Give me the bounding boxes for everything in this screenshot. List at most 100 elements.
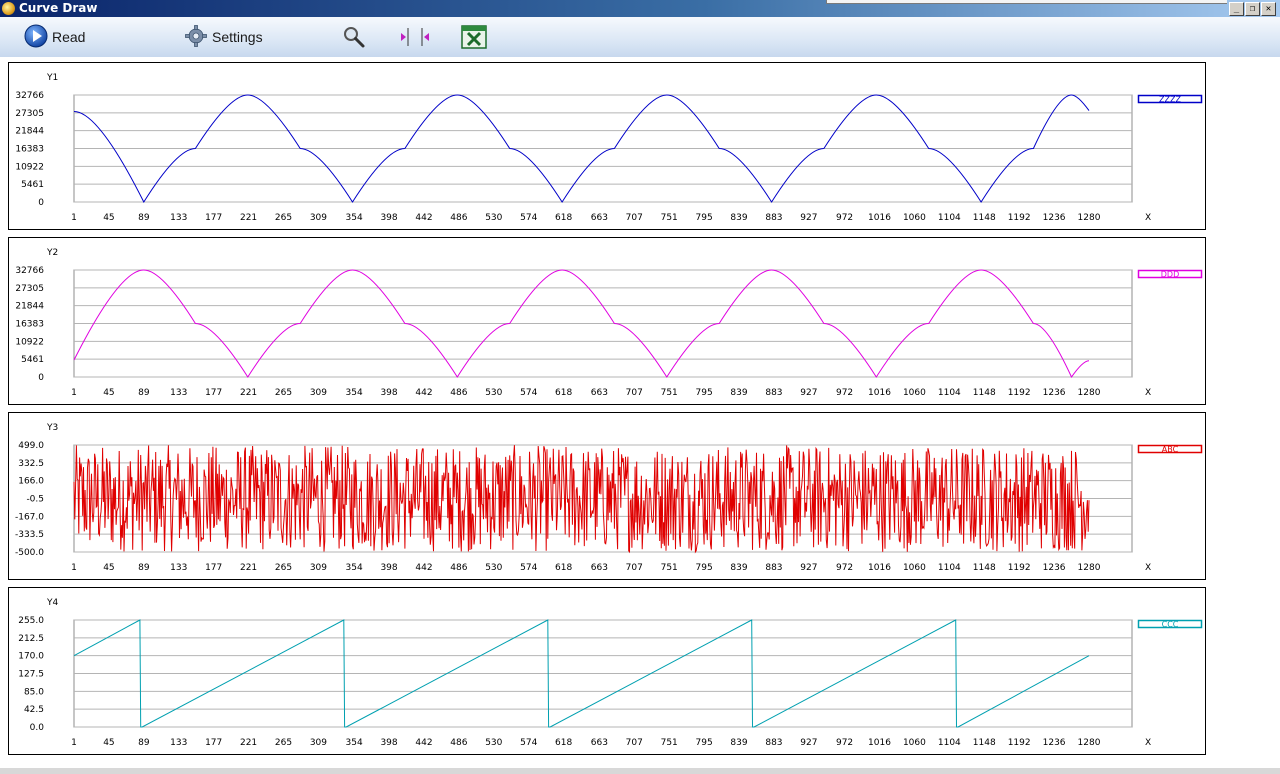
x-tick-label: 927: [800, 563, 817, 573]
y-tick-label: 27305: [15, 284, 44, 294]
x-tick-label: 221: [240, 213, 257, 223]
x-tick-label: 177: [205, 388, 222, 398]
y-tick-label: 212.5: [18, 634, 44, 644]
x-tick-label: 1060: [903, 563, 926, 573]
x-tick-label: 1: [71, 738, 77, 748]
y-tick-label: 32766: [15, 91, 44, 101]
x-tick-label: 1: [71, 213, 77, 223]
x-tick-label: 45: [103, 388, 114, 398]
x-axis-label: X: [1145, 213, 1151, 223]
y-tick-label: 32766: [15, 266, 44, 276]
y-tick-label: 16383: [15, 320, 44, 330]
x-tick-label: 398: [380, 388, 397, 398]
close-button[interactable]: ✕: [1261, 2, 1276, 16]
x-tick-label: 309: [310, 388, 327, 398]
chart-panel-y3: 499.0 332.5 166.0 -0.5 -167.0 -333.5 -500.0 Y3 1…: [8, 412, 1206, 580]
x-tick-label: 1060: [903, 213, 926, 223]
x-tick-label: 1104: [938, 213, 961, 223]
x-tick-label: 663: [591, 388, 608, 398]
x-tick-label: 972: [836, 388, 853, 398]
x-tick-label: 354: [346, 213, 363, 223]
x-tick-label: 883: [765, 738, 782, 748]
x-tick-label: 530: [485, 738, 502, 748]
x-tick-label: 1280: [1078, 738, 1101, 748]
legend-label: DDD: [1161, 270, 1179, 279]
y-tick-label: 5461: [21, 355, 44, 365]
x-tick-label: 618: [555, 563, 572, 573]
x-tick-label: 1192: [1008, 388, 1031, 398]
x-tick-label: 1148: [973, 738, 996, 748]
x-tick-label: 839: [730, 738, 747, 748]
x-tick-label: 972: [836, 563, 853, 573]
x-tick-label: 663: [591, 213, 608, 223]
x-tick-label: 89: [138, 213, 150, 223]
x-tick-label: 486: [450, 738, 467, 748]
cursor-right-icon[interactable]: [418, 27, 432, 51]
x-tick-label: 442: [415, 213, 432, 223]
x-tick-label: 1016: [868, 213, 891, 223]
excel-icon[interactable]: [461, 25, 487, 53]
x-tick-label: 707: [626, 563, 643, 573]
minimize-button[interactable]: _: [1229, 2, 1244, 16]
x-tick-label: 1016: [868, 563, 891, 573]
x-tick-label: 1192: [1008, 563, 1031, 573]
y-tick-label: 499.0: [18, 441, 44, 451]
magnifier-icon[interactable]: [342, 25, 366, 53]
x-tick-label: 1192: [1008, 213, 1031, 223]
x-tick-label: 442: [415, 388, 432, 398]
x-tick-label: 133: [170, 738, 187, 748]
x-tick-label: 1060: [903, 388, 926, 398]
toolbar: Read Settings: [0, 17, 1280, 57]
x-tick-label: 486: [450, 213, 467, 223]
cursor-left-icon[interactable]: [398, 27, 412, 51]
x-tick-label: 89: [138, 563, 150, 573]
x-tick-label: 442: [415, 563, 432, 573]
x-tick-label: 972: [836, 213, 853, 223]
x-tick-label: 1280: [1078, 213, 1101, 223]
x-tick-label: 839: [730, 563, 747, 573]
chart-panel-y2: 32766 27305 21844 16383 10922 5461 0 Y2 1 45 89 133…: [8, 237, 1206, 405]
x-tick-label: 1016: [868, 738, 891, 748]
x-tick-label: 309: [310, 738, 327, 748]
x-tick-label: 133: [170, 213, 187, 223]
x-tick-label: 1236: [1043, 388, 1066, 398]
x-tick-label: 663: [591, 563, 608, 573]
x-tick-label: 177: [205, 563, 222, 573]
y-tick-label: 21844: [15, 302, 44, 312]
title-bar-divider: [826, 0, 1227, 4]
x-tick-label: 1060: [903, 738, 926, 748]
x-axis-label: X: [1145, 388, 1151, 398]
x-tick-label: 795: [696, 388, 713, 398]
app-icon: [2, 2, 15, 15]
x-tick-label: 265: [275, 738, 292, 748]
x-tick-label: 354: [346, 738, 363, 748]
x-tick-label: 89: [138, 388, 150, 398]
y-tick-label: 127.5: [18, 670, 44, 680]
y-axis-label: Y2: [46, 248, 58, 258]
x-tick-label: 1: [71, 388, 77, 398]
x-tick-label: 1148: [973, 388, 996, 398]
chart-y1: 32766 27305 21844 16383 10922 5461 0 Y1 1 45 89 133…: [15, 73, 1203, 223]
y-tick-label: 10922: [15, 337, 44, 347]
chart-y2: 32766 27305 21844 16383 10922 5461 0 Y2 1 45 89 133…: [15, 248, 1203, 398]
x-tick-label: 45: [103, 213, 114, 223]
y-tick-label: 170.0: [18, 652, 44, 662]
restore-button[interactable]: ❐: [1245, 2, 1260, 16]
settings-label: Settings: [212, 29, 263, 45]
x-tick-label: 618: [555, 388, 572, 398]
x-tick-label: 1: [71, 563, 77, 573]
x-tick-label: 177: [205, 213, 222, 223]
y-tick-label: 10922: [15, 162, 44, 172]
settings-button[interactable]: Settings: [184, 22, 263, 52]
x-tick-label: 309: [310, 563, 327, 573]
x-tick-label: 1280: [1078, 563, 1101, 573]
x-tick-label: 265: [275, 388, 292, 398]
read-button[interactable]: Read: [24, 22, 85, 52]
y-tick-label: -333.5: [15, 530, 44, 540]
x-tick-label: 221: [240, 563, 257, 573]
x-tick-label: 1236: [1043, 563, 1066, 573]
x-tick-label: 398: [380, 563, 397, 573]
x-tick-label: 618: [555, 738, 572, 748]
x-tick-label: 265: [275, 563, 292, 573]
x-tick-label: 1104: [938, 563, 961, 573]
